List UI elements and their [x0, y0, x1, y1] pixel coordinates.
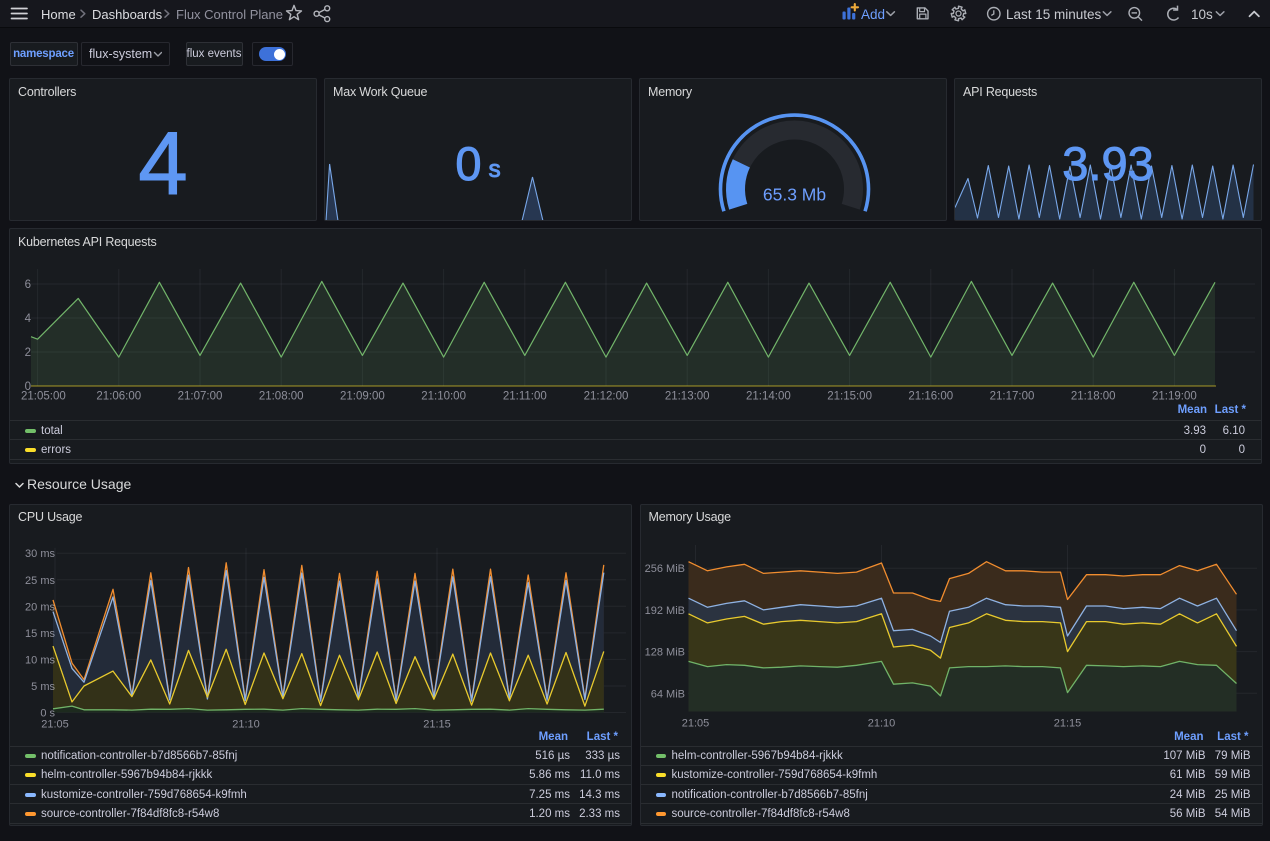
svg-text:21:12:00: 21:12:00: [584, 391, 629, 403]
svg-text:21:05: 21:05: [681, 717, 709, 729]
svg-text:25 ms: 25 ms: [25, 574, 55, 586]
svg-text:2: 2: [25, 347, 31, 359]
svg-text:21:10: 21:10: [867, 717, 895, 729]
svg-text:21:16:00: 21:16:00: [908, 391, 953, 403]
svg-text:21:19:00: 21:19:00: [1152, 391, 1197, 403]
svg-text:21:06:00: 21:06:00: [96, 391, 141, 403]
svg-text:21:18:00: 21:18:00: [1071, 391, 1116, 403]
svg-text:21:05:00: 21:05:00: [21, 391, 66, 403]
svg-text:128 MiB: 128 MiB: [644, 646, 684, 658]
svg-text:21:13:00: 21:13:00: [665, 391, 710, 403]
svg-text:5 ms: 5 ms: [31, 681, 55, 693]
svg-text:10 ms: 10 ms: [25, 654, 55, 666]
svg-text:65.3 Mb: 65.3 Mb: [763, 185, 826, 205]
svg-text:21:15: 21:15: [1053, 717, 1081, 729]
svg-text:30 ms: 30 ms: [25, 548, 55, 560]
svg-text:21:05: 21:05: [41, 718, 69, 730]
svg-text:21:08:00: 21:08:00: [259, 391, 304, 403]
svg-text:21:17:00: 21:17:00: [990, 391, 1035, 403]
svg-text:6: 6: [25, 279, 31, 291]
svg-text:21:14:00: 21:14:00: [746, 391, 791, 403]
svg-text:4: 4: [25, 313, 32, 325]
svg-text:21:15:00: 21:15:00: [827, 391, 872, 403]
svg-text:20 ms: 20 ms: [25, 601, 55, 613]
svg-text:15 ms: 15 ms: [25, 627, 55, 639]
svg-text:21:10:00: 21:10:00: [421, 391, 466, 403]
svg-text:21:09:00: 21:09:00: [340, 391, 385, 403]
svg-text:64 MiB: 64 MiB: [650, 688, 684, 700]
svg-text:192 MiB: 192 MiB: [644, 604, 684, 616]
svg-text:21:10: 21:10: [232, 718, 260, 730]
svg-text:21:11:00: 21:11:00: [503, 391, 547, 403]
svg-text:21:07:00: 21:07:00: [178, 391, 223, 403]
svg-text:21:15: 21:15: [423, 718, 451, 730]
svg-text:256 MiB: 256 MiB: [644, 563, 684, 575]
